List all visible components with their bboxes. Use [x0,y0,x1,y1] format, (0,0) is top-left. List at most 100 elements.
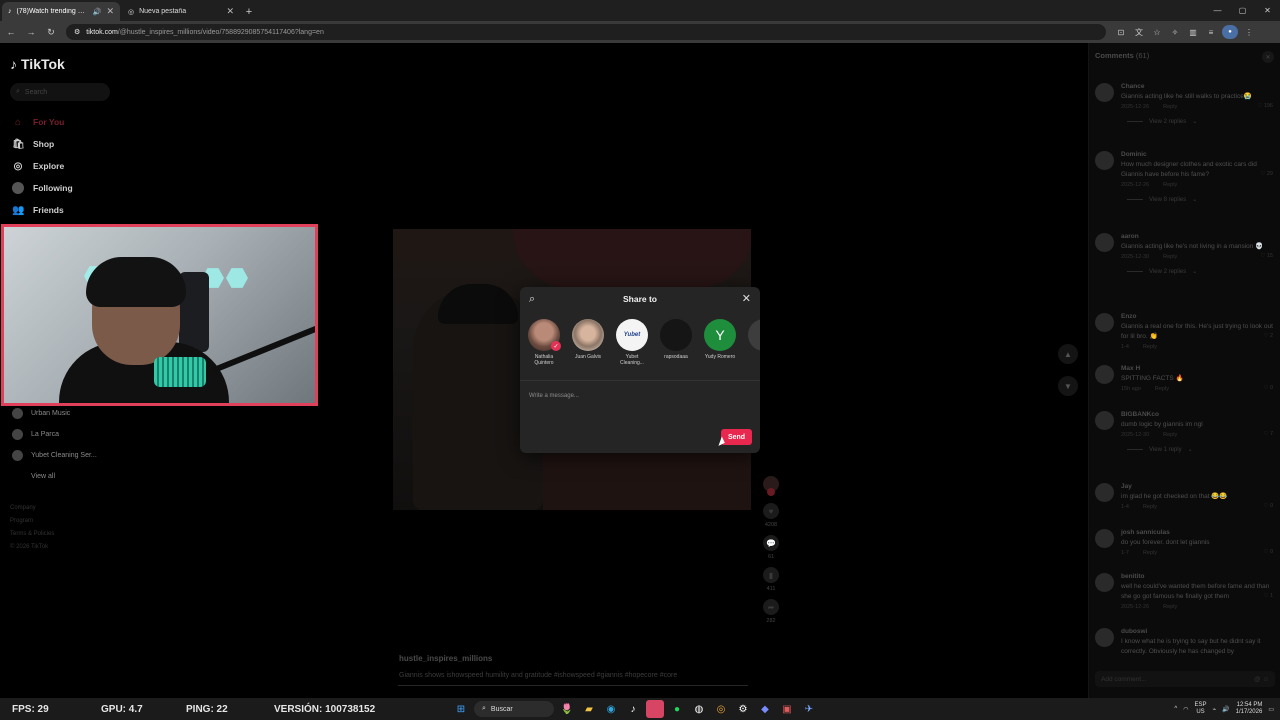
reply-button[interactable]: Reply [1163,432,1177,438]
emoji-icon[interactable]: @ ☺ [1254,676,1269,683]
nav-explore[interactable]: ◎ Explore [12,155,73,177]
app-icon[interactable] [646,700,664,718]
view-replies[interactable]: View 8 replies ⌄ [1127,196,1279,203]
nav-for-you[interactable]: ⌂ For You [12,111,73,133]
site-info-icon[interactable]: ⚙ [74,28,80,36]
avatar[interactable] [1095,483,1114,502]
like-action[interactable]: ♥ 4208 [760,503,782,528]
share-contact[interactable]: Y Yudy Romero [704,319,736,371]
language-indicator[interactable]: ESP US [1195,702,1207,716]
nav-friends[interactable]: 👥 Friends [12,199,73,221]
following-item[interactable]: Yubet Cleaning Ser... [12,445,97,466]
minimize-icon[interactable]: — [1205,0,1230,21]
following-item[interactable]: La Parca [12,424,97,445]
share-contact[interactable]: Yubet Yubet Cleaning... [616,319,648,371]
avatar[interactable] [1095,233,1114,252]
chevron-down-icon[interactable]: ▼ [1058,376,1078,396]
comment-user[interactable]: benitito [1121,573,1279,580]
comment-likes[interactable]: ♡ 15 [1260,253,1273,259]
caption-username[interactable]: hustle_inspires_millions [399,654,492,663]
follow-plus-icon[interactable] [767,488,775,496]
reply-button[interactable]: Reply [1155,386,1169,392]
comment-user[interactable]: Chance [1121,83,1279,90]
sidepanel-icon[interactable]: ▥ [1186,25,1200,39]
share-contact[interactable]: Or [748,319,760,371]
avatar[interactable] [1095,151,1114,170]
comment-user[interactable]: Max H [1121,365,1279,372]
settings-icon[interactable]: ⚙ [734,700,752,718]
network-icon[interactable]: ⌁ [1213,706,1217,713]
comment-likes[interactable]: ♡ 2 [1263,333,1273,339]
bookmark-action[interactable]: ▮ 411 [760,567,782,592]
nav-shop[interactable]: 🛍 Shop [12,133,73,155]
discord-icon[interactable]: ◆ [756,700,774,718]
comment-user[interactable]: Enzo [1121,313,1279,320]
reload-icon[interactable]: ↻ [42,23,60,41]
chevron-up-icon[interactable]: ▲ [1058,344,1078,364]
following-item[interactable]: Urban Music [12,403,97,424]
folder-icon[interactable]: ▰ [580,700,598,718]
notification-icon[interactable]: ▭ [1268,706,1274,713]
close-icon[interactable]: ✕ [742,292,751,305]
close-tab-icon[interactable]: ✕ [226,6,234,17]
star-icon[interactable]: ☆ [1150,25,1164,39]
new-tab-button[interactable]: + [240,2,258,21]
menu-icon[interactable]: ⋮ [1242,25,1256,39]
windows-start-icon[interactable]: ⊞ [452,700,470,718]
app3-icon[interactable]: ✈ [800,700,818,718]
clock[interactable]: 12:54 PM 1/17/2026 [1236,702,1263,716]
view-all-link[interactable]: View all [12,466,97,487]
tab-new[interactable]: ◎ Nueva pestaña ✕ [122,2,240,21]
install-icon[interactable]: ⊡ [1114,25,1128,39]
view-replies[interactable]: View 2 replies ⌄ [1127,268,1279,275]
footer-link[interactable]: Terms & Policies [10,528,54,541]
view-replies[interactable]: View 2 replies ⌄ [1127,118,1279,125]
reply-button[interactable]: Reply [1163,104,1177,110]
tiktok-logo[interactable]: ♪ TikTok [10,56,65,72]
avatar[interactable] [1095,628,1114,647]
avatar[interactable] [1095,529,1114,548]
maximize-icon[interactable]: ▢ [1230,0,1255,21]
share-contact[interactable]: rapsodaaa [660,319,692,371]
add-comment-input[interactable]: Add comment... @ ☺ [1095,671,1275,687]
widgets-icon[interactable]: 🌷 [558,700,576,718]
reply-button[interactable]: Reply [1143,504,1157,510]
extensions-icon[interactable]: ✧ [1168,25,1182,39]
spotify-icon[interactable]: ● [668,700,686,718]
chrome-icon[interactable]: ◎ [712,700,730,718]
video-progress-bar[interactable] [398,685,748,686]
share-contact[interactable]: Juan Galvis [572,319,604,371]
edge-icon[interactable]: ◉ [602,700,620,718]
close-icon[interactable]: ✕ [1262,51,1274,63]
comment-likes[interactable]: ♡ 7 [1263,431,1273,437]
comment-action[interactable]: 💬 61 [760,535,782,560]
reply-button[interactable]: Reply [1143,344,1157,350]
comment-user[interactable]: BIGBANKco [1121,411,1279,418]
taskbar-search[interactable]: ⌕ Buscar [474,701,554,717]
close-window-icon[interactable]: ✕ [1255,0,1280,21]
creator-avatar-action[interactable] [760,476,782,496]
share-action[interactable]: ➦ 282 [760,599,782,624]
comment-likes[interactable]: ♡ 196 [1257,103,1273,109]
share-contact[interactable]: ✓ Nathalia Quintero [528,319,561,371]
comment-user[interactable]: josh sanniculas [1121,529,1279,536]
reply-button[interactable]: Reply [1163,182,1177,188]
footer-link[interactable]: Program [10,515,54,528]
avatar[interactable] [1095,411,1114,430]
app2-icon[interactable]: ▣ [778,700,796,718]
view-replies[interactable]: View 1 reply ⌄ [1127,446,1279,453]
chevron-up-icon[interactable]: ^ [1174,706,1177,712]
reply-button[interactable]: Reply [1143,550,1157,556]
nav-following[interactable]: Following [12,177,73,199]
avatar[interactable] [1095,83,1114,102]
github-icon[interactable]: ◍ [690,700,708,718]
tiktok-app-icon[interactable]: ♪ [624,700,642,718]
comment-user[interactable]: Dominic [1121,151,1279,158]
reply-button[interactable]: Reply [1163,254,1177,260]
comment-user[interactable]: Jay [1121,483,1279,490]
profile-avatar[interactable]: ● [1222,25,1238,39]
comment-likes[interactable]: ♡ 0 [1263,549,1273,555]
forward-icon[interactable]: → [22,23,40,41]
comment-user[interactable]: aaron [1121,233,1279,240]
audio-icon[interactable]: 🔊 [93,8,102,16]
